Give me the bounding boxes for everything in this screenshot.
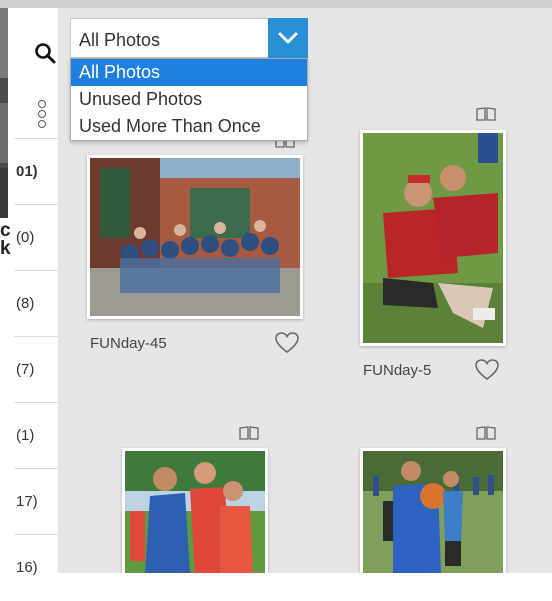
photo-thumbnail[interactable] xyxy=(360,448,506,573)
dropdown-toggle-button[interactable] xyxy=(268,18,308,58)
photo-thumbnail[interactable] xyxy=(360,130,506,346)
search-icon[interactable] xyxy=(34,42,58,64)
chevron-down-icon xyxy=(278,32,298,44)
book-icon[interactable] xyxy=(476,107,496,121)
heart-icon[interactable] xyxy=(274,331,300,355)
album-count-item[interactable]: (0) xyxy=(14,204,58,271)
filter-option-used-more-than-once[interactable]: Used More Than Once xyxy=(71,113,307,140)
photo-thumbnail[interactable] xyxy=(122,448,268,573)
group-photo-image xyxy=(90,158,300,316)
top-divider xyxy=(0,0,552,8)
filter-option-all-photos[interactable]: All Photos xyxy=(71,59,307,86)
book-icon[interactable] xyxy=(239,426,259,440)
heart-icon[interactable] xyxy=(474,358,500,382)
photo-name: FUNday-5 xyxy=(363,362,432,379)
album-count-sidebar: 01) (0) (8) (7) (1) 17) 16) xyxy=(14,8,59,576)
filter-option-unused-photos[interactable]: Unused Photos xyxy=(71,86,307,113)
more-options-icon[interactable] xyxy=(38,100,48,128)
left-panel-photo-strip xyxy=(0,8,8,218)
photo-name: FUNday-45 xyxy=(90,335,167,352)
album-count-item[interactable]: 01) xyxy=(14,138,58,205)
students-sitting-image xyxy=(363,133,503,343)
photo-filter-value: All Photos xyxy=(79,30,161,50)
album-count-item[interactable]: (7) xyxy=(14,336,58,403)
photo-filter-menu: All Photos Unused Photos Used More Than … xyxy=(70,58,308,141)
album-count-item[interactable]: (1) xyxy=(14,402,58,469)
photo-thumbnail[interactable] xyxy=(87,155,303,319)
ball-game-image xyxy=(363,451,503,573)
left-panel-cut-text: c k xyxy=(0,222,11,258)
book-icon[interactable] xyxy=(476,426,496,440)
album-count-item[interactable]: 16) xyxy=(14,534,58,601)
photo-filter-dropdown[interactable]: All Photos xyxy=(70,18,308,58)
album-count-item[interactable]: 17) xyxy=(14,468,58,535)
album-count-item[interactable]: (8) xyxy=(14,270,58,337)
girls-group-image xyxy=(125,451,265,573)
